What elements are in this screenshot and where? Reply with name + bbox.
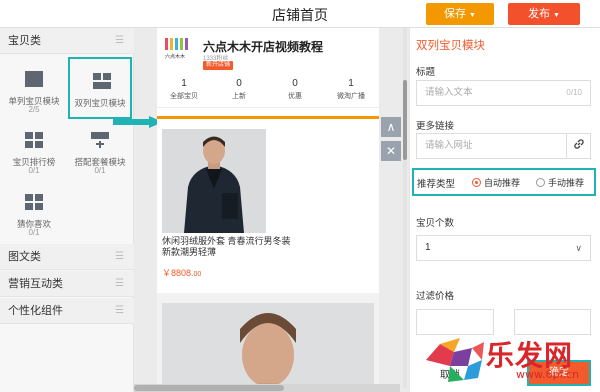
stat-new[interactable]: 0 上新 [215, 78, 263, 101]
horizontal-scrollbar[interactable] [134, 384, 400, 392]
section-title: 个性化组件 [8, 305, 63, 317]
chevron-down-icon: ∨ [575, 243, 582, 253]
panel-title: 双列宝贝模块 [416, 40, 485, 52]
item-count-value: 1 [425, 242, 431, 253]
module-single-column[interactable]: 单列宝贝模块 2/5 [2, 57, 66, 119]
publish-button[interactable]: 发布 ▼ [508, 3, 580, 25]
drag-handle-icon[interactable]: ☰ [115, 298, 124, 324]
product-photo-icon [162, 303, 374, 392]
title-input[interactable]: 请输入文本 0/10 [416, 80, 591, 106]
section-title: 图文类 [8, 251, 41, 263]
price-cents: 00 [193, 271, 202, 278]
new-shop-badge: 新开店铺 [203, 61, 234, 70]
module-label: 双列宝贝模块 [74, 98, 126, 108]
section-image-text[interactable]: 图文类 ☰ [0, 244, 134, 270]
stat-label: 上新 [232, 93, 246, 100]
publish-button-label: 发布 [528, 8, 551, 20]
radio-unchecked-icon [536, 178, 545, 187]
stat-broadcast[interactable]: 1 微淘广播 [327, 78, 375, 101]
radio-manual-recommend[interactable]: 手动推荐 [536, 176, 584, 189]
horizontal-scrollbar-thumb[interactable] [134, 385, 284, 391]
stat-number: 1 [181, 78, 187, 89]
price-main: ￥8808. [162, 268, 194, 278]
preview-scrollbar-thumb[interactable] [403, 80, 407, 160]
logo-text: 六点木木 [165, 54, 186, 60]
save-button-label: 保存 [444, 8, 467, 20]
title-field-label: 标题 [416, 67, 436, 78]
module-count: 0/1 [28, 228, 40, 237]
product-image[interactable] [162, 303, 374, 392]
module-count: 2/5 [28, 105, 40, 114]
chevron-down-icon: ▼ [469, 12, 476, 19]
drag-handle-icon[interactable]: ☰ [115, 28, 124, 54]
more-link-label: 更多链接 [416, 121, 455, 132]
item-count-select[interactable]: 1 ∨ [416, 235, 591, 261]
bull-logo-icon [426, 338, 484, 382]
top-bar: 店铺首页 保存 ▼ 发布 ▼ [0, 0, 600, 28]
radio-auto-recommend[interactable]: 自动推荐 [472, 176, 520, 189]
product-card[interactable]: 休闲羽绒服外套 青春流行男冬装新款潮男轻薄 ￥8808.00 [157, 121, 379, 293]
section-personalized[interactable]: 个性化组件 ☰ [0, 298, 134, 324]
selected-module-indicator [157, 116, 379, 119]
move-up-button[interactable]: ∧ [381, 117, 401, 137]
product-card[interactable] [157, 293, 379, 392]
stat-all-items[interactable]: 1 全部宝贝 [160, 78, 208, 101]
section-marketing[interactable]: 营销互动类 ☰ [0, 271, 134, 297]
product-title[interactable]: 休闲羽绒服外套 青春流行男冬装新款潮男轻薄 [162, 236, 292, 258]
module-count: 0/1 [94, 166, 106, 175]
item-count-label: 宝贝个数 [416, 218, 455, 229]
remove-module-button[interactable]: ✕ [381, 141, 401, 161]
module-count: 0/1 [28, 166, 40, 175]
drag-handle-icon[interactable]: ☰ [115, 244, 124, 270]
more-link-input[interactable]: 请输入网址 [416, 133, 591, 159]
radio-checked-icon [472, 178, 481, 187]
product-photo-icon [162, 129, 266, 233]
link-icon[interactable] [566, 134, 590, 158]
module-sidebar: 宝贝类 ☰ 单列宝贝模块 2/5 双列宝贝模块 宝贝排行榜 0/1 搭配套餐模块… [0, 28, 134, 392]
watermark-url: www.6pf.cn [516, 368, 580, 381]
title-char-counter: 0/10 [566, 88, 582, 97]
title-input-placeholder: 请输入文本 [425, 87, 473, 98]
section-baby-modules[interactable]: 宝贝类 ☰ [0, 28, 134, 54]
chevron-down-icon: ▼ [553, 12, 560, 19]
shop-preview: 六点木木 六点木木开店视频教程 1333粉丝 新开店铺 1 全部宝贝 0 上新 … [157, 28, 379, 392]
price-filter-label: 过滤价格 [416, 291, 455, 302]
combo-package-icon [91, 132, 109, 148]
module-ranking[interactable]: 宝贝排行榜 0/1 [2, 118, 66, 180]
single-column-icon [25, 71, 43, 87]
recommend-type-group: 推荐类型 自动推荐 手动推荐 [412, 168, 596, 196]
save-button[interactable]: 保存 ▼ [426, 3, 494, 25]
stat-number: 1 [348, 78, 354, 89]
module-guess-you-like[interactable]: 猜你喜欢 0/1 [2, 180, 66, 242]
stat-label: 全部宝贝 [170, 93, 198, 100]
shop-logo: 六点木木 [165, 38, 191, 66]
product-image[interactable] [162, 129, 266, 233]
module-two-column[interactable]: 双列宝贝模块 [68, 57, 132, 119]
stat-label: 优惠 [288, 93, 302, 100]
recommend-type-label: 推荐类型 [417, 179, 456, 190]
radio-label: 自动推荐 [484, 178, 521, 188]
section-title: 宝贝类 [8, 35, 41, 47]
ranking-grid-icon [25, 132, 43, 148]
radio-label: 手动推荐 [548, 178, 585, 188]
shop-header: 六点木木 六点木木开店视频教程 1333粉丝 新开店铺 1 全部宝贝 0 上新 … [157, 28, 379, 108]
drag-handle-icon[interactable]: ☰ [115, 271, 124, 297]
two-column-icon [93, 73, 111, 89]
stat-number: 0 [292, 78, 298, 89]
product-price: ￥8808.00 [162, 266, 201, 279]
watermark: 乐发网 www.6pf.cn [420, 326, 600, 392]
stat-number: 0 [236, 78, 242, 89]
section-title: 营销互动类 [8, 278, 63, 290]
stat-label: 微淘广播 [337, 93, 365, 100]
more-link-placeholder: 请输入网址 [425, 140, 473, 151]
stat-discount[interactable]: 0 优惠 [271, 78, 319, 101]
guess-you-like-icon [25, 194, 43, 210]
drag-arrow-icon [113, 116, 163, 128]
